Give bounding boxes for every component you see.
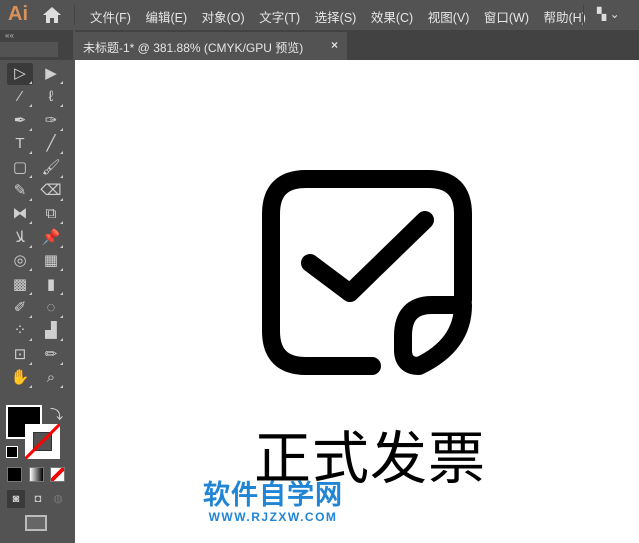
selection-tool-icon[interactable]: ▷ (7, 63, 33, 85)
menu-select[interactable]: 选择(S) (315, 7, 357, 26)
screen-mode-icon[interactable] (25, 515, 47, 531)
type-tool-icon[interactable]: T (7, 133, 33, 155)
menu-type[interactable]: 文字(T) (259, 7, 300, 26)
draw-inside-icon[interactable]: ◍ (49, 490, 67, 508)
menu-file[interactable]: 文件(F) (90, 7, 131, 26)
watermark-name: 软件自学网 (203, 480, 343, 510)
magic-wand-tool-icon[interactable]: ⁄ (7, 86, 33, 108)
toolbar-header: «« (0, 30, 73, 60)
perspective-grid-tool-icon[interactable]: ▦ (38, 250, 64, 272)
hand-tool-icon[interactable]: ✋ (7, 367, 33, 389)
menu-view[interactable]: 视图(V) (428, 7, 470, 26)
blend-tool-icon[interactable]: ◌ (38, 297, 64, 319)
stroke-swatch[interactable] (25, 424, 60, 459)
mesh-tool-icon[interactable]: ▩ (7, 274, 33, 296)
divider (583, 5, 584, 25)
line-segment-tool-icon[interactable]: ╱ (38, 133, 64, 155)
artboard-tool-icon[interactable]: ⊡ (7, 344, 33, 366)
column-graph-tool-icon[interactable]: ▟ (38, 320, 64, 342)
canvas[interactable]: 正式发票 软件自学网 WWW.RJZXW.COM (75, 60, 639, 543)
color-mode-button[interactable] (7, 467, 22, 482)
divider (74, 5, 75, 25)
tab-bar: 未标题-1* @ 381.88% (CMYK/GPU 预览) × (75, 30, 639, 60)
menu-object[interactable]: 对象(O) (202, 7, 245, 26)
puppet-warp-tool-icon[interactable]: 📌 (38, 227, 64, 249)
watermark: 软件自学网 WWW.RJZXW.COM (203, 480, 343, 524)
draw-normal-icon[interactable]: ◙ (7, 490, 25, 508)
document-tab-title: 未标题-1* @ 381.88% (CMYK/GPU 预览) (83, 41, 304, 55)
zoom-tool-icon[interactable]: ⌕ (38, 367, 64, 389)
menu-effect[interactable]: 效果(C) (371, 7, 413, 26)
lasso-tool-icon[interactable]: ℓ (38, 86, 64, 108)
menu-edit[interactable]: 编辑(E) (145, 7, 187, 26)
shape-builder-tool-icon[interactable]: ◎ (7, 250, 33, 272)
swap-colors-icon[interactable]: ⤵ (50, 404, 63, 423)
menu-bar: Ai 文件(F) 编辑(E) 对象(O) 文字(T) 选择(S) 效果(C) 视… (0, 0, 639, 30)
gradient-mode-button[interactable] (29, 467, 44, 482)
close-icon[interactable]: × (331, 38, 338, 52)
collapse-icon[interactable]: «« (5, 31, 14, 40)
slice-tool-icon[interactable]: ✏ (38, 344, 64, 366)
home-icon[interactable] (42, 6, 62, 24)
default-colors-icon[interactable] (6, 446, 18, 458)
menus: 文件(F) 编辑(E) 对象(O) 文字(T) 选择(S) 效果(C) 视图(V… (90, 7, 600, 26)
rectangle-tool-icon[interactable]: ▢ (7, 157, 33, 179)
menu-window[interactable]: 窗口(W) (484, 7, 529, 26)
curvature-tool-icon[interactable]: ✑ (38, 110, 64, 132)
none-mode-button[interactable] (50, 467, 65, 482)
scale-tool-icon[interactable]: ⧉ (38, 203, 64, 225)
symbol-sprayer-tool-icon[interactable]: ⁘ (7, 320, 33, 342)
workspace-switcher-icon[interactable]: ▚ ⌄ (597, 7, 620, 21)
document-tab[interactable]: 未标题-1* @ 381.88% (CMYK/GPU 预览) × (75, 32, 347, 60)
gradient-tool-icon[interactable]: ▮ (38, 274, 64, 296)
eraser-tool-icon[interactable]: ⌫ (38, 180, 64, 202)
draw-behind-icon[interactable]: ◘ (29, 490, 47, 508)
shaper-tool-icon[interactable]: ✎ (7, 180, 33, 202)
warp-tool-icon[interactable]: ﻼ (7, 227, 33, 249)
paintbrush-tool-icon[interactable]: 🖌 (38, 157, 64, 179)
watermark-url: WWW.RJZXW.COM (208, 510, 338, 524)
reflect-tool-icon[interactable]: ⧓ (7, 203, 33, 225)
toolbar-grip[interactable] (0, 42, 58, 57)
pen-tool-icon[interactable]: ✒ (7, 110, 33, 132)
eyedropper-tool-icon[interactable]: ✐ (7, 297, 33, 319)
menu-help[interactable]: 帮助(H) (544, 7, 586, 26)
app-logo: Ai (8, 3, 28, 25)
direct-selection-tool-icon[interactable]: ▶ (38, 63, 64, 85)
